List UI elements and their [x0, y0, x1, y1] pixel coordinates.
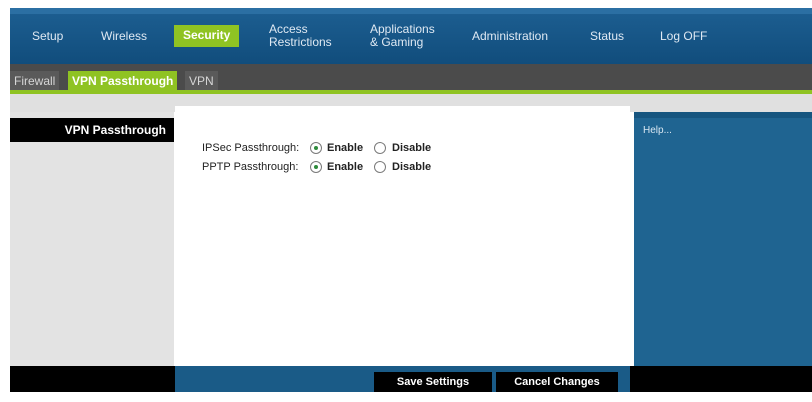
nav-setup[interactable]: Setup	[32, 30, 63, 43]
cancel-changes-button[interactable]: Cancel Changes	[496, 372, 618, 392]
pptp-disable-radio[interactable]	[374, 161, 386, 173]
left-sidebar: VPN Passthrough	[10, 112, 174, 366]
pptp-enable-label[interactable]: Enable	[327, 159, 363, 175]
tab-vpn-passthrough[interactable]: VPN Passthrough	[68, 71, 178, 90]
nav-top-shade	[10, 8, 812, 14]
nav-administration[interactable]: Administration	[472, 30, 548, 43]
nav-access-restrictions[interactable]: Access Restrictions	[269, 23, 344, 49]
secondary-tab-bar: Firewall VPN Passthrough VPN	[10, 64, 812, 90]
nav-security[interactable]: Security	[174, 25, 240, 47]
help-panel-top	[634, 112, 812, 118]
help-link[interactable]: Help...	[643, 125, 672, 136]
save-settings-button[interactable]: Save Settings	[374, 372, 492, 392]
nav-log-off[interactable]: Log OFF	[660, 30, 707, 43]
router-admin-page: Setup Wireless Security Access Restricti…	[0, 0, 812, 402]
ipsec-disable-radio[interactable]	[374, 142, 386, 154]
top-navigation: Setup Wireless Security Access Restricti…	[10, 8, 812, 64]
tab-vpn[interactable]: VPN	[185, 71, 218, 90]
ipsec-label: IPSec Passthrough:	[202, 142, 300, 154]
pptp-disable-label[interactable]: Disable	[392, 159, 431, 175]
pptp-label: PPTP Passthrough:	[202, 161, 299, 173]
sidebar-header: VPN Passthrough	[10, 118, 174, 142]
sidebar-title: VPN Passthrough	[64, 123, 166, 137]
ipsec-disable-label[interactable]: Disable	[392, 140, 431, 156]
tab-firewall[interactable]: Firewall	[10, 71, 60, 90]
nav-applications-gaming[interactable]: Applications & Gaming	[370, 23, 450, 49]
nav-status[interactable]: Status	[590, 30, 624, 43]
ipsec-enable-label[interactable]: Enable	[327, 140, 363, 156]
help-panel: Help...	[634, 112, 812, 366]
ipsec-enable-radio[interactable]	[310, 142, 322, 154]
pptp-enable-radio[interactable]	[310, 161, 322, 173]
settings-form: IPSec Passthrough: Enable Disable PPTP P…	[175, 106, 630, 366]
nav-wireless[interactable]: Wireless	[101, 30, 147, 43]
